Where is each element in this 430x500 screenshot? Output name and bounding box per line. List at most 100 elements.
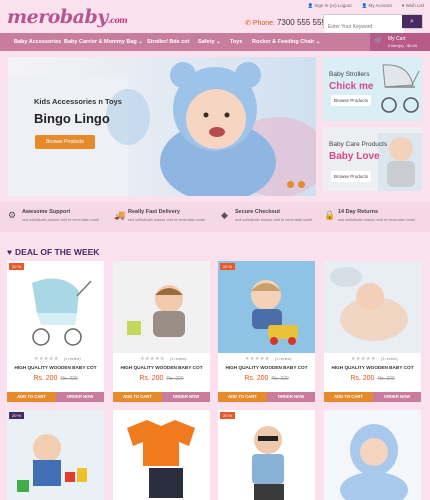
review-count[interactable]: (1 review) [381, 357, 398, 361]
review-count[interactable]: (1 review) [170, 357, 187, 361]
product-card[interactable]: ★★★★★ (1 review) HIGH QUALITY WOODEN BAB… [113, 261, 210, 402]
deal-section-title: ♥ DEAL OF THE WEEK [7, 247, 100, 257]
phone-label: Phone: [252, 20, 275, 27]
account-links: 👤 Sign In (or) Logout 👤 My Account ♥ Wis… [308, 3, 424, 9]
discount-badge: 20 % [220, 412, 236, 419]
promo-strollers[interactable]: Baby Strollers Chick me Browse Products [323, 57, 422, 121]
discount-badge: 20 % [220, 263, 236, 270]
search-input[interactable] [324, 20, 404, 34]
promo-baby-care-button[interactable]: Browse Products [331, 171, 371, 182]
headset-icon: ⚙ [8, 210, 17, 220]
feature-desc: sed sollicitudin mauris velit et venenat… [128, 218, 206, 222]
hero-subtitle: Kids Accessories n Toys [34, 97, 122, 106]
rating-stars: ★★★★★ [140, 356, 165, 362]
add-to-cart-button[interactable]: ADD TO CART [324, 392, 373, 402]
product-name[interactable]: HIGH QUALITY WOODEN BABY COT [7, 365, 104, 370]
old-price: Rs. 220 [271, 376, 289, 382]
product-image-boy-sunglasses [218, 410, 315, 500]
promo-strollers-button[interactable]: Browse Products [331, 95, 371, 106]
product-image-baby [113, 261, 210, 353]
feature-title: 14 Day Returns [338, 209, 379, 215]
add-to-cart-button[interactable]: ADD TO CART [218, 392, 267, 402]
product-price: Rs. 200 Rs. 220 [350, 375, 395, 382]
slider-dot-2[interactable] [298, 181, 305, 188]
product-image-blue-robe [324, 410, 421, 500]
wishlist-link[interactable]: ♥ Wish List [402, 3, 424, 9]
review-count[interactable]: (1 review) [64, 357, 81, 361]
truck-icon: 🚚 [114, 210, 126, 220]
nav-baby-accessories[interactable]: Baby Accessories [14, 33, 61, 51]
order-now-button[interactable]: ORDER NOW [56, 392, 104, 402]
old-price: Rs. 220 [166, 376, 184, 382]
rating-stars: ★★★★★ [351, 356, 376, 362]
features-strip: ⚙ Awesome Support sed sollicitudin mauri… [0, 202, 430, 232]
product-price: Rs. 200 Rs. 220 [139, 375, 184, 382]
product-image-lying-baby [324, 261, 421, 353]
order-now-button[interactable]: ORDER NOW [373, 392, 421, 402]
old-price: Rs. 220 [377, 376, 395, 382]
nav-baby-carrier[interactable]: Baby Carrier & Mommy Bag ⌄ [64, 33, 143, 51]
add-to-cart-button[interactable]: ADD TO CART [7, 392, 56, 402]
feature-desc: sed sollicitudin mauris velit et venenat… [338, 218, 416, 222]
cart-label: My Cart [388, 36, 406, 42]
account-icon: 👤 [361, 3, 369, 8]
product-name[interactable]: HIGH QUALITY WOODEN BABY COT [113, 365, 210, 370]
phone-number: 7300 555 555 [276, 18, 326, 27]
heart-icon: ♥ [7, 247, 13, 257]
rating-stars: ★★★★★ [34, 356, 59, 362]
main-nav: Baby Accessories Baby Carrier & Mommy Ba… [0, 33, 430, 51]
feature-title: Awesome Support [22, 209, 71, 215]
promo-baby-care[interactable]: Baby Care Products Baby Love Browse Prod… [323, 127, 422, 191]
product-card[interactable]: ★★★★★ (1 review) HIGH QUALITY WOODEN BAB… [324, 261, 421, 402]
promo-baby-care-subtitle: Baby Care Products [329, 141, 388, 148]
product-image-outfit [113, 410, 210, 500]
logo-suffix: .com [107, 15, 128, 25]
hero-slider[interactable]: Kids Accessories n Toys Bingo Lingo Brow… [8, 57, 316, 196]
old-price: Rs. 220 [60, 376, 78, 382]
product-name[interactable]: HIGH QUALITY WOODEN BABY COT [218, 365, 315, 370]
cart-button[interactable]: 🛒 My Cart 0 item(s) - $0.00 [370, 33, 430, 51]
hero-browse-button[interactable]: Browse Products [35, 135, 95, 149]
nav-rocker[interactable]: Rocker & Feeding Chair ⌄ [252, 33, 320, 51]
product-card[interactable]: 20 % [7, 410, 104, 500]
product-card[interactable] [113, 410, 210, 500]
feature-desc: sed sollicitudin mauris velit et venenat… [235, 218, 313, 222]
product-image-blocks [7, 410, 104, 500]
order-now-button[interactable]: ORDER NOW [162, 392, 210, 402]
phone-icon: ✆ [245, 20, 253, 27]
product-card[interactable]: 20 % ★★★★★ (1 review) HIGH QUALITY WOODE… [218, 261, 315, 402]
order-now-button[interactable]: ORDER NOW [267, 392, 315, 402]
product-name[interactable]: HIGH QUALITY WOODEN BABY COT [324, 365, 421, 370]
discount-badge: 20 % [9, 263, 25, 270]
add-to-cart-button[interactable]: ADD TO CART [113, 392, 162, 402]
cart-summary: 0 item(s) - $0.00 [388, 43, 418, 48]
search-box: ⌕ [323, 14, 423, 34]
product-card[interactable]: 20 % ★★★★★ (1 review) HIGH QUALITY WOODE… [7, 261, 104, 402]
my-account-link[interactable]: 👤 My Account [362, 3, 392, 9]
product-card[interactable] [324, 410, 421, 500]
site-logo[interactable]: merobaby.com [7, 6, 128, 28]
nav-safety[interactable]: Safety ⌄ [198, 33, 221, 51]
product-price: Rs. 200 Rs. 220 [244, 375, 289, 382]
signin-link[interactable]: 👤 Sign In (or) Logout [308, 3, 352, 9]
shield-icon: ◆ [221, 210, 228, 220]
discount-badge: 20 % [9, 412, 25, 419]
rating-stars: ★★★★★ [245, 356, 270, 362]
phone-info: ✆ Phone: 7300 555 555 [245, 18, 326, 27]
product-image-toy-car [218, 261, 315, 353]
nav-stroller[interactable]: Stroller/ Bde cot [147, 33, 189, 51]
logo-text: merobaby [7, 6, 108, 28]
slider-dot-1[interactable] [287, 181, 294, 188]
product-price: Rs. 200 Rs. 220 [33, 375, 78, 382]
header: merobaby.com 👤 Sign In (or) Logout 👤 My … [0, 0, 430, 34]
search-button[interactable]: ⌕ [402, 15, 422, 28]
cart-icon: 🛒 [374, 38, 383, 45]
promo-baby-care-title: Baby Love [329, 151, 380, 162]
review-count[interactable]: (1 review) [275, 357, 292, 361]
search-icon: ⌕ [410, 18, 414, 25]
nav-toys[interactable]: Toys [230, 33, 242, 51]
hero-baby-image [8, 62, 316, 196]
lock-icon: 🔒 [324, 210, 336, 220]
product-card[interactable]: 20 % [218, 410, 315, 500]
feature-title: Secure Checkout [235, 209, 280, 215]
